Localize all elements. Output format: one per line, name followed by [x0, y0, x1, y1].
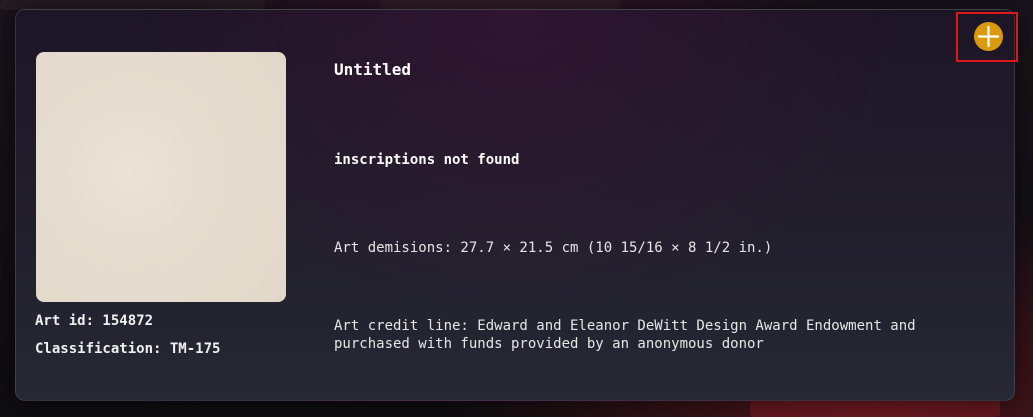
background-card — [750, 400, 1000, 417]
artwork-image — [36, 52, 286, 302]
artwork-credit-line: Art credit line: Edward and Eleanor DeWi… — [334, 318, 916, 352]
artwork-detail-modal: Art id: 154872 Classification: TM-175 Un… — [15, 9, 1015, 401]
classification-label: Classification: TM-175 — [35, 341, 221, 357]
artwork-inscriptions: inscriptions not found — [334, 152, 520, 168]
artwork-title: Untitled — [334, 60, 412, 79]
art-id-label: Art id: 154872 — [35, 313, 154, 329]
artwork-dimensions: Art demisions: 27.7 × 21.5 cm (10 15/16 … — [334, 240, 773, 256]
plus-icon — [974, 22, 1003, 51]
add-to-collection-button[interactable] — [956, 12, 1018, 62]
